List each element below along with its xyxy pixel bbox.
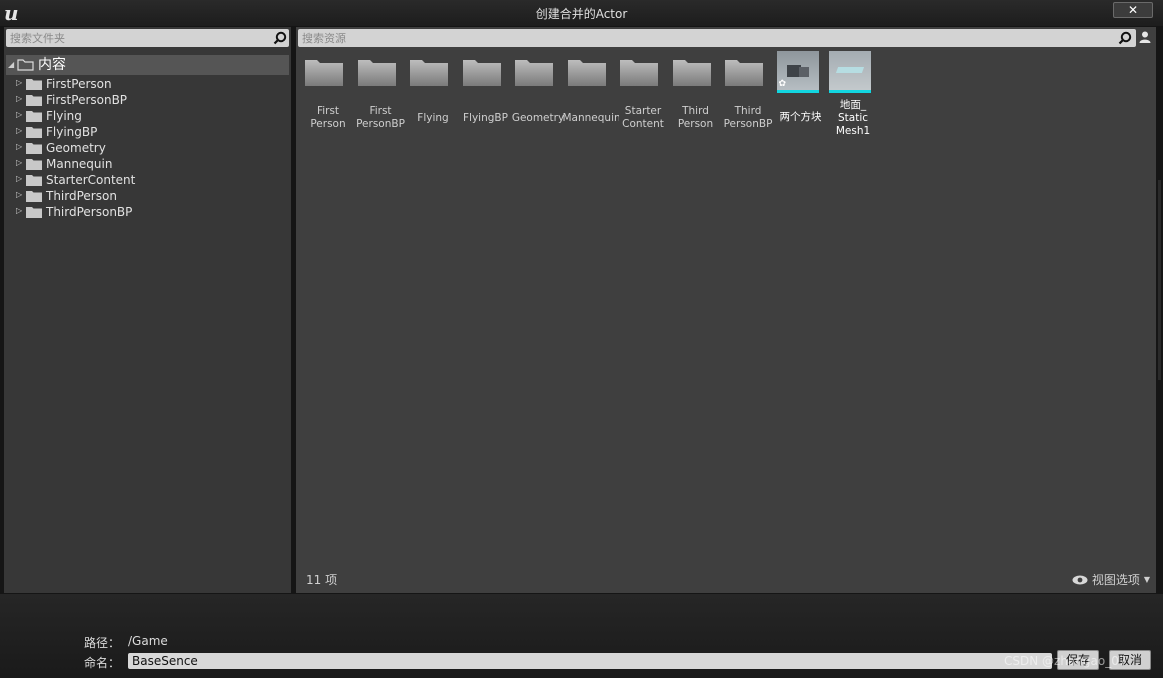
view-options-button[interactable]: 视图选项 ▼: [1072, 571, 1150, 588]
asset-label: Third Person: [677, 105, 714, 130]
folder-icon: [620, 60, 658, 86]
folder-search-input[interactable]: [10, 30, 260, 46]
asset-label: FlyingBP: [463, 112, 508, 124]
asset-static-mesh[interactable]: 地面_ Static Mesh1: [827, 51, 879, 141]
folder-icon: [462, 60, 501, 86]
folder-icon: [26, 207, 42, 218]
tree-item-label: FirstPersonBP: [46, 93, 128, 107]
asset-folder[interactable]: FlyingBP: [460, 51, 512, 141]
collapsed-arrow-icon[interactable]: ▷: [16, 158, 22, 167]
tree-item[interactable]: ▷ Geometry: [16, 140, 286, 156]
tree-item[interactable]: ▷ Flying: [16, 108, 286, 124]
view-options-label: 视图选项: [1091, 573, 1140, 587]
collapsed-arrow-icon[interactable]: ▷: [16, 94, 22, 103]
folder-tree-panel: ◢ 内容 ▷ FirstPerson ▷ FirstPersonBP ▷ Flying ▷ F…: [4, 27, 291, 593]
title-bar: u 创建合并的Actor ✕: [0, 0, 1163, 26]
collapsed-arrow-icon[interactable]: ▷: [16, 78, 22, 87]
folder-icon: [26, 175, 42, 186]
close-button[interactable]: ✕: [1113, 2, 1153, 18]
tree-item[interactable]: ▷ ThirdPersonBP: [16, 204, 286, 220]
expanded-arrow-icon[interactable]: ◢: [8, 60, 14, 69]
asset-label: Mannequin: [562, 112, 619, 124]
asset-folder[interactable]: First PersonBP: [355, 51, 407, 141]
asset-folder[interactable]: First Person: [302, 51, 354, 141]
collapsed-arrow-icon[interactable]: ▷: [16, 206, 22, 215]
asset-folder[interactable]: Mannequin: [562, 51, 619, 141]
folder-icon: [26, 143, 42, 154]
footer: 路径： /Game 命名： 保存 取消 CSDN @zhangao_07: [0, 594, 1163, 678]
folder-icon: [357, 60, 396, 86]
tree-item-label: ThirdPersonBP: [46, 205, 133, 219]
asset-folder[interactable]: Third PersonBP: [722, 51, 774, 141]
collapsed-arrow-icon[interactable]: ▷: [16, 110, 22, 119]
folder-icon: [672, 60, 711, 86]
tree-item-label: ThirdPerson: [46, 189, 117, 203]
path-label: 路径：: [84, 636, 121, 650]
folder-icon: [26, 159, 42, 170]
tree-item[interactable]: ▷ FlyingBP: [16, 124, 286, 140]
folder-icon: [515, 60, 553, 86]
folder-icon: [26, 79, 42, 90]
collapsed-arrow-icon[interactable]: ▷: [16, 174, 22, 183]
world-icon: ✿: [778, 79, 787, 89]
watermark: CSDN @zhangao_07: [1004, 654, 1127, 668]
asset-label: Flying: [417, 112, 449, 124]
folder-icon: [410, 60, 448, 86]
path-value: /Game: [128, 634, 168, 648]
tree-item-label: Mannequin: [46, 157, 113, 171]
asset-folder[interactable]: Flying: [407, 51, 459, 141]
collapsed-arrow-icon[interactable]: ▷: [16, 190, 22, 199]
tree-item-label: Flying: [46, 109, 82, 123]
asset-search-box[interactable]: [298, 29, 1136, 47]
asset-label: Starter Content: [622, 105, 664, 130]
collapsed-arrow-icon[interactable]: ▷: [16, 142, 22, 151]
asset-label: Third PersonBP: [723, 105, 773, 130]
name-label: 命名：: [84, 656, 121, 670]
asset-folder[interactable]: Third Person: [670, 51, 722, 141]
tree-item[interactable]: ▷ Mannequin: [16, 156, 286, 172]
folder-icon: [26, 111, 42, 122]
tree-item-label: StarterContent: [46, 173, 136, 187]
scrollbar[interactable]: [1158, 180, 1161, 380]
tree-item-label: FirstPerson: [46, 77, 112, 91]
asset-label: 两个方块: [779, 111, 822, 123]
tree-item-label: FlyingBP: [46, 125, 98, 139]
asset-folder[interactable]: Geometry: [512, 51, 564, 141]
tree-item[interactable]: ▷ FirstPersonBP: [16, 92, 286, 108]
search-icon[interactable]: [273, 31, 287, 45]
asset-label: First PersonBP: [356, 105, 405, 130]
item-count: 11 项: [306, 573, 338, 587]
asset-label: First Person: [310, 105, 346, 130]
tree-item[interactable]: ▷ FirstPerson: [16, 76, 286, 92]
asset-browser-panel: First Person First PersonBP Flying FlyingBP…: [296, 27, 1156, 593]
tree-item-label: Geometry: [46, 141, 106, 155]
folder-icon: [725, 60, 763, 86]
folder-icon: [26, 95, 42, 106]
search-icon[interactable]: [1118, 31, 1132, 45]
folder-search-box[interactable]: [6, 29, 289, 47]
folder-icon: [567, 60, 606, 86]
window-title: 创建合并的Actor: [535, 7, 628, 21]
tree-item[interactable]: ▷ ThirdPerson: [16, 188, 286, 204]
tree-root-content[interactable]: ◢ 内容: [6, 55, 289, 75]
tree-item[interactable]: ▷ StarterContent: [16, 172, 286, 188]
chevron-down-icon: ▼: [1143, 575, 1150, 584]
asset-label: Geometry: [511, 112, 565, 124]
asset-level[interactable]: ✿ 两个方块: [775, 51, 827, 141]
asset-label: 地面_ Static Mesh1: [835, 99, 871, 137]
tree-root-label: 内容: [38, 57, 66, 73]
asset-folder[interactable]: Starter Content: [617, 51, 669, 141]
name-field[interactable]: [128, 653, 1052, 669]
open-folder-icon: [17, 59, 34, 71]
level-thumbnail: ✿: [776, 51, 819, 93]
user-filter-icon[interactable]: [1138, 30, 1152, 44]
folder-icon: [26, 191, 42, 202]
asset-search-input[interactable]: [302, 30, 1102, 46]
folder-icon: [305, 60, 343, 86]
folder-icon: [26, 127, 42, 138]
mesh-thumbnail: [829, 51, 871, 93]
collapsed-arrow-icon[interactable]: ▷: [16, 126, 22, 135]
eye-icon: [1072, 575, 1088, 584]
